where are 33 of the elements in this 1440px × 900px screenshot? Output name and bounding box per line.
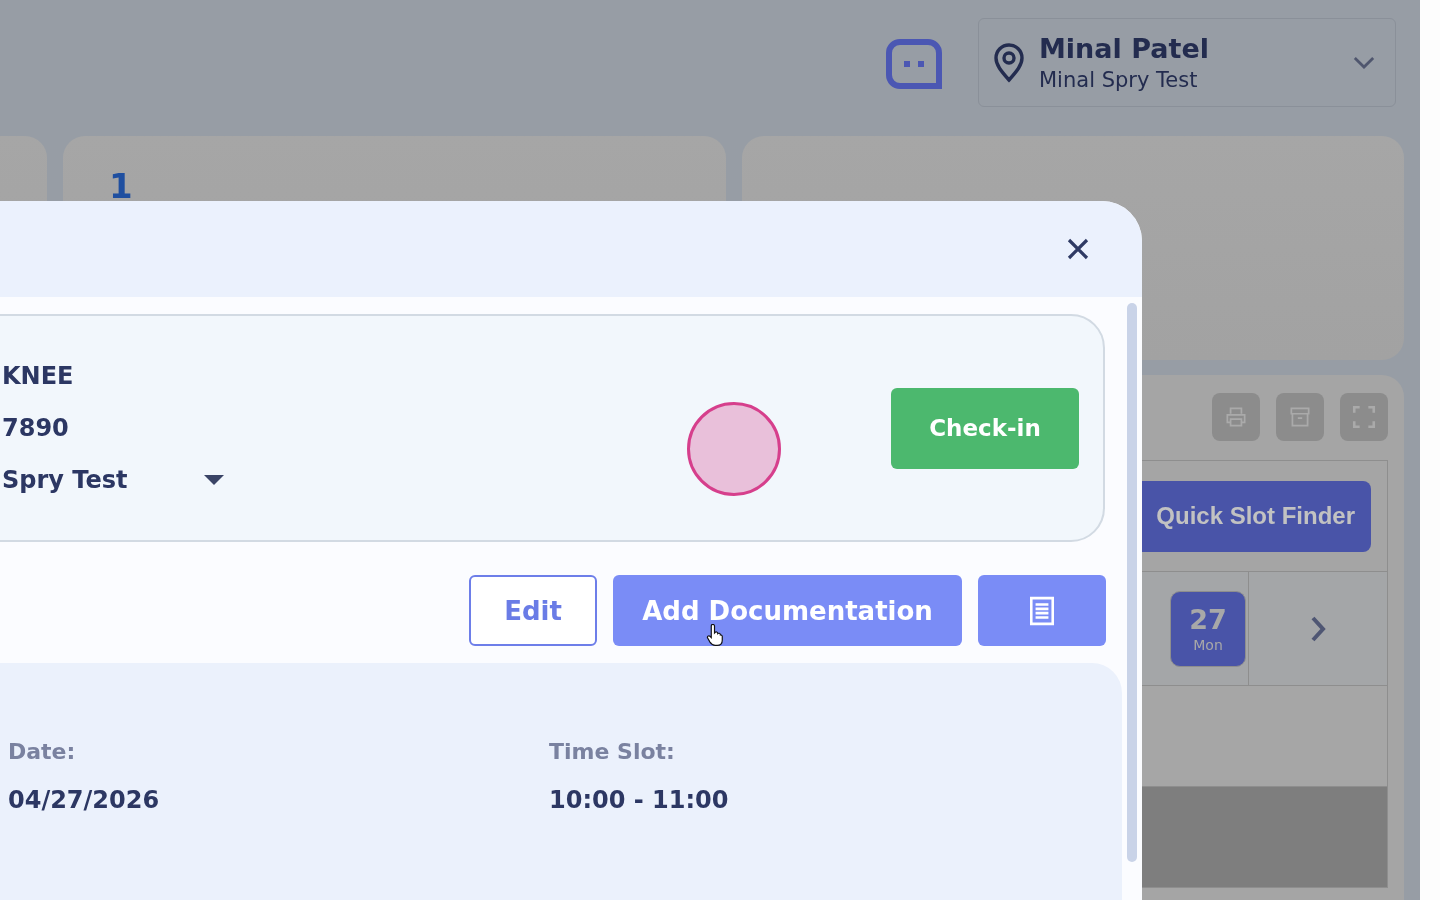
- detail-value: 04/27/2026: [8, 786, 161, 814]
- detail-label: Time Slot:: [549, 739, 676, 764]
- location-value: Spry Test: [2, 466, 128, 494]
- dropdown-caret-icon[interactable]: [204, 475, 224, 485]
- printer-icon: [1223, 404, 1249, 430]
- add-documentation-button[interactable]: Add Documentation: [613, 575, 962, 646]
- edit-button[interactable]: Edit: [469, 575, 597, 646]
- archive-button[interactable]: [1276, 393, 1324, 441]
- scrollbar[interactable]: [1127, 303, 1137, 862]
- archive-box-icon: [1287, 404, 1313, 430]
- fullscreen-icon: [1351, 404, 1377, 430]
- location-name: Minal Spry Test: [1039, 68, 1199, 92]
- stat-value: 1: [108, 165, 134, 206]
- print-button[interactable]: [1212, 393, 1260, 441]
- day-button[interactable]: 27 Mon: [1170, 590, 1246, 667]
- chat-icon[interactable]: [886, 39, 942, 89]
- check-in-button[interactable]: Check-in: [891, 387, 1079, 469]
- patient-text: 7890: [2, 414, 70, 442]
- close-icon[interactable]: [1066, 237, 1090, 261]
- weekday: Mon: [1193, 637, 1223, 653]
- document-icon: [1029, 595, 1055, 626]
- detail-label: Date:: [8, 739, 77, 764]
- location-selector[interactable]: Minal Patel Minal Spry Test: [978, 18, 1396, 107]
- fullscreen-button[interactable]: [1340, 393, 1388, 441]
- day-number: 27: [1189, 604, 1227, 635]
- location-pin-icon: [993, 42, 1025, 83]
- user-name: Minal Patel: [1039, 33, 1210, 64]
- hand-cursor-icon: [706, 624, 723, 646]
- document-button[interactable]: [978, 575, 1106, 646]
- chevron-right-icon[interactable]: [1310, 614, 1326, 643]
- patient-text: KNEE: [2, 362, 75, 390]
- detail-value: 10:00 - 11:00: [549, 786, 730, 814]
- chevron-down-icon: [1353, 56, 1375, 69]
